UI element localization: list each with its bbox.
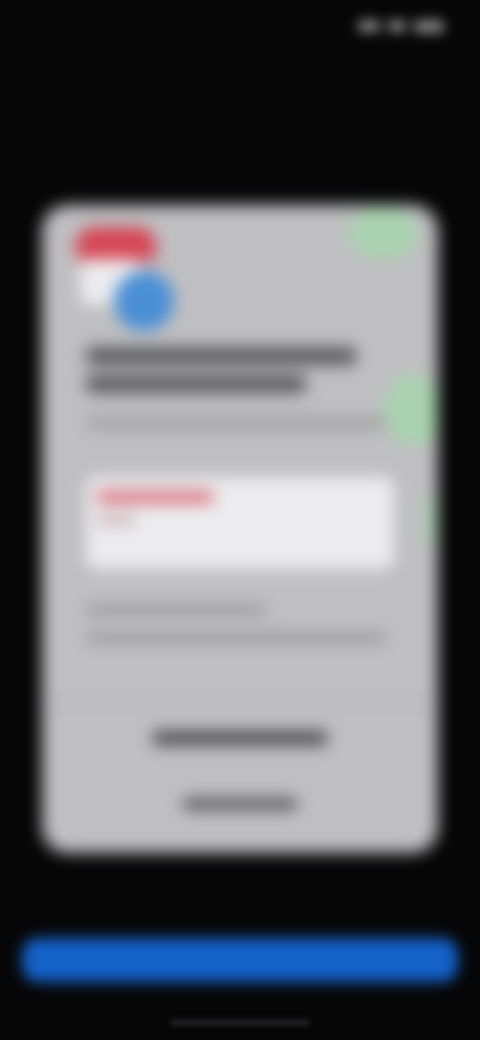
decorative-blob bbox=[384, 375, 438, 445]
signal-icon bbox=[358, 20, 380, 32]
decorative-blob bbox=[348, 207, 418, 259]
status-bar bbox=[0, 0, 480, 60]
wifi-icon bbox=[388, 20, 406, 32]
primary-action-button[interactable] bbox=[152, 723, 328, 753]
preview-panel bbox=[86, 477, 394, 569]
preview-detail-line bbox=[96, 515, 136, 525]
page-title bbox=[170, 70, 310, 100]
battery-icon bbox=[414, 19, 444, 33]
status-icons bbox=[354, 17, 444, 35]
secondary-action-button[interactable] bbox=[182, 789, 298, 819]
card-body-line bbox=[86, 605, 266, 615]
card-heading-line bbox=[86, 347, 356, 365]
home-indicator bbox=[170, 1020, 310, 1025]
secondary-action-label-line bbox=[182, 798, 298, 810]
logo-blue-circle bbox=[114, 271, 174, 331]
screen bbox=[0, 0, 480, 1040]
status-time bbox=[36, 14, 116, 38]
divider bbox=[42, 703, 438, 704]
preview-highlight-line bbox=[96, 491, 214, 503]
card-heading-line bbox=[86, 375, 306, 393]
card-body-line bbox=[86, 633, 386, 643]
dialog-card bbox=[42, 205, 438, 853]
app-logo-icon bbox=[72, 227, 192, 337]
card-description-line bbox=[86, 417, 386, 429]
logo-red-shape bbox=[76, 227, 156, 261]
continue-button[interactable] bbox=[22, 938, 458, 982]
primary-action-label-line bbox=[152, 731, 328, 745]
decorative-blob bbox=[422, 495, 438, 545]
